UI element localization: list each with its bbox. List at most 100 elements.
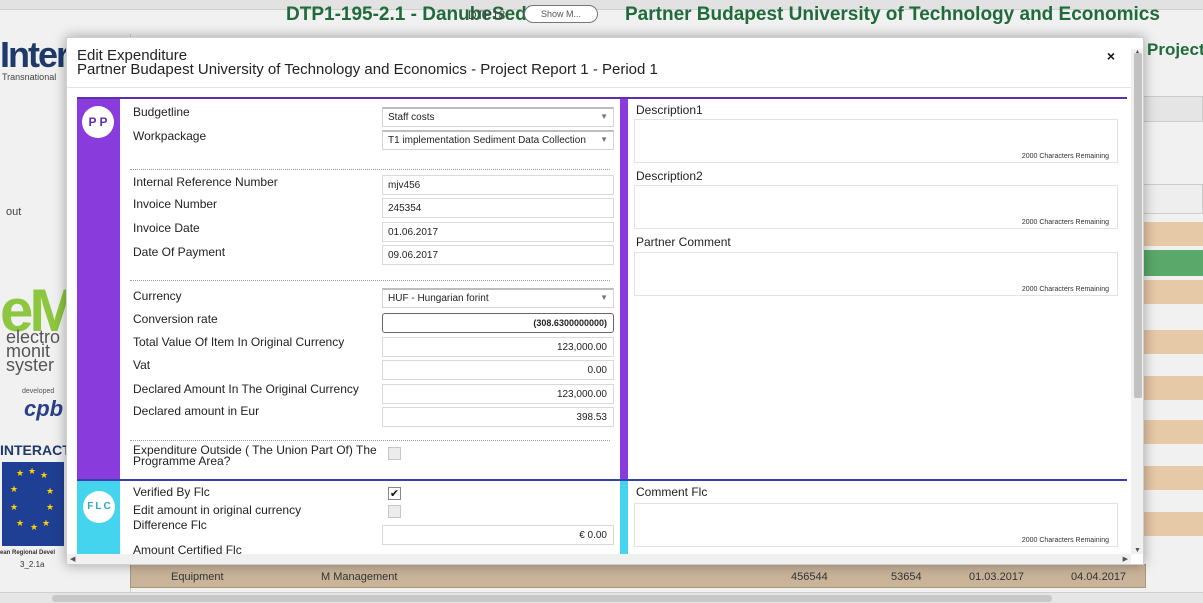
partner-title: Partner Budapest University of Technolog… [625, 4, 1160, 25]
table-row[interactable] [1135, 280, 1203, 304]
currency-select[interactable]: HUF - Hungarian forint ▼ [382, 288, 614, 308]
partner-comments: Description1 2000 Characters Remaining D… [628, 99, 1127, 479]
declared-original-label: Declared Amount In The Original Currency [133, 382, 359, 396]
chevron-down-icon: ▼ [600, 112, 608, 121]
declared-eur-label: Declared amount in Eur [133, 404, 260, 418]
difference-flc-input[interactable]: € 0.00 [382, 525, 614, 545]
dialog-horizontal-scrollbar[interactable]: ◀ ▶ [67, 554, 1131, 564]
dialog-header: Edit Expenditure Partner Budapest Univer… [67, 38, 1143, 88]
description2-label: Description2 [636, 169, 703, 183]
row-workpackage: M Management [321, 571, 398, 583]
conversion-rate-label: Conversion rate [133, 312, 218, 326]
table-row[interactable] [1135, 512, 1203, 536]
scroll-right-icon[interactable]: ▶ [1123, 555, 1128, 563]
table-row-selected[interactable] [1135, 250, 1203, 276]
flc-comments: Comment Flc 2000 Characters Remaining [628, 481, 1127, 554]
flc-band: FLC [77, 481, 120, 554]
verified-by-flc-label: Verified By Flc [133, 485, 210, 499]
dialog-scrollbar-thumb[interactable] [1134, 53, 1142, 398]
flc-badge: FLC [83, 491, 115, 523]
total-value-label: Total Value Of Item In Original Currency [133, 335, 345, 349]
outside-label-line: Programme Area? [133, 454, 231, 468]
description1-remaining: 2000 Characters Remaining [1021, 153, 1109, 160]
verified-by-flc-checkbox[interactable]: ✔ [388, 487, 401, 500]
vat-input[interactable]: 0.00 [382, 360, 614, 380]
flc-column-separator [620, 481, 628, 554]
invoice-number-input[interactable]: 245354 [382, 198, 614, 218]
pp-badge: PP [82, 106, 114, 138]
dialog-vertical-scrollbar[interactable]: ▲ ▼ [1131, 49, 1143, 554]
table-header [1135, 184, 1203, 214]
table-row[interactable]: Equipment M Management 456544 53654 01.0… [130, 564, 1146, 588]
table-row[interactable] [1135, 330, 1203, 354]
table-filter-input[interactable] [1135, 96, 1203, 122]
workpackage-label: Workpackage [133, 129, 207, 143]
project-title-fragment: Project [1147, 40, 1203, 59]
checkmark-icon: ✔ [389, 488, 400, 500]
chevron-down-icon: ▼ [600, 293, 608, 302]
section-divider [130, 440, 610, 441]
budgetline-label: Budgetline [133, 105, 190, 119]
table-row[interactable] [1135, 376, 1203, 400]
comment-flc-textarea[interactable]: 2000 Characters Remaining [634, 503, 1118, 547]
row-date: 04.04.2017 [1071, 571, 1127, 583]
row-date: 01.03.2017 [969, 571, 1025, 583]
internal-reference-label: Internal Reference Number [133, 175, 278, 189]
page-horizontal-scrollbar[interactable] [0, 592, 1203, 603]
partner-section: PP Budgetline Staff costs ▼ Workpackage … [77, 97, 1127, 479]
difference-flc-label: Difference Flc [133, 518, 207, 532]
payment-date-input[interactable]: 09.06.2017 [382, 245, 614, 265]
edit-amount-checkbox[interactable] [388, 505, 401, 518]
project-code: DTP18 [468, 8, 506, 22]
partner-comment-textarea[interactable]: 2000 Characters Remaining [634, 252, 1118, 296]
interreg-logo-subtitle: Transnational [2, 72, 57, 82]
outside-programme-label: Expenditure Outside ( The Union Part Of)… [133, 444, 377, 468]
budgetline-select[interactable]: Staff costs ▼ [382, 107, 614, 127]
workpackage-value: T1 implementation Sediment Data Collecti… [388, 135, 586, 146]
outside-programme-checkbox[interactable] [388, 447, 401, 460]
amount-certified-label: Amount Certified Flc [133, 543, 242, 554]
chevron-down-icon: ▼ [600, 135, 608, 144]
dialog-body: PP Budgetline Staff costs ▼ Workpackage … [67, 89, 1131, 554]
table-row[interactable] [1135, 420, 1203, 444]
conversion-rate-input[interactable]: (308.6300000000) [382, 313, 614, 333]
declared-original-input[interactable]: 123,000.00 [382, 384, 614, 404]
table-row[interactable] [1135, 222, 1203, 246]
vat-label: Vat [133, 358, 151, 372]
sidebar-logout-link[interactable]: out [6, 206, 21, 218]
developed-by-text: developed [22, 388, 55, 395]
page-scrollbar-thumb[interactable] [52, 595, 1052, 602]
currency-label: Currency [133, 289, 182, 303]
invoice-date-input[interactable]: 01.06.2017 [382, 222, 614, 242]
scroll-left-icon[interactable]: ◀ [70, 555, 75, 563]
dialog-subtitle: Partner Budapest University of Technolog… [77, 61, 658, 78]
partner-comment-remaining: 2000 Characters Remaining [1021, 286, 1109, 293]
scroll-down-icon[interactable]: ▼ [1134, 547, 1141, 554]
partner-band: PP [77, 99, 120, 479]
row-reference: 456544 [791, 571, 828, 583]
cpb-logo: cpb [24, 396, 64, 421]
section-divider [130, 169, 610, 170]
internal-reference-input[interactable]: mjv456 [382, 175, 614, 195]
em-text-line: syster [6, 355, 55, 375]
edit-expenditure-dialog: Edit Expenditure Partner Budapest Univer… [66, 37, 1144, 565]
total-value-input[interactable]: 123,000.00 [382, 337, 614, 357]
edit-amount-label: Edit amount in original currency [133, 503, 302, 517]
flc-section: FLC Verified By Flc ✔ Edit amount in ori… [77, 479, 1127, 554]
fund-code: 3_2.1a [20, 560, 45, 569]
invoice-date-label: Invoice Date [133, 221, 200, 235]
close-icon[interactable]: × [1104, 49, 1118, 63]
fund-text: ean Regional Devel [0, 550, 56, 556]
description1-textarea[interactable]: 2000 Characters Remaining [634, 119, 1118, 163]
declared-eur-input[interactable]: 398.53 [382, 407, 614, 427]
table-row[interactable] [1135, 466, 1203, 490]
partner-fields: Budgetline Staff costs ▼ Workpackage T1 … [120, 99, 620, 479]
flc-fields: Verified By Flc ✔ Edit amount in origina… [120, 481, 620, 554]
description1-label: Description1 [636, 103, 703, 117]
show-more-button[interactable]: Show M... [524, 5, 598, 23]
partner-column-separator [620, 99, 628, 479]
description2-textarea[interactable]: 2000 Characters Remaining [634, 185, 1118, 229]
workpackage-select[interactable]: T1 implementation Sediment Data Collecti… [382, 130, 614, 150]
comment-flc-remaining: 2000 Characters Remaining [1021, 537, 1109, 544]
section-divider [130, 280, 610, 281]
